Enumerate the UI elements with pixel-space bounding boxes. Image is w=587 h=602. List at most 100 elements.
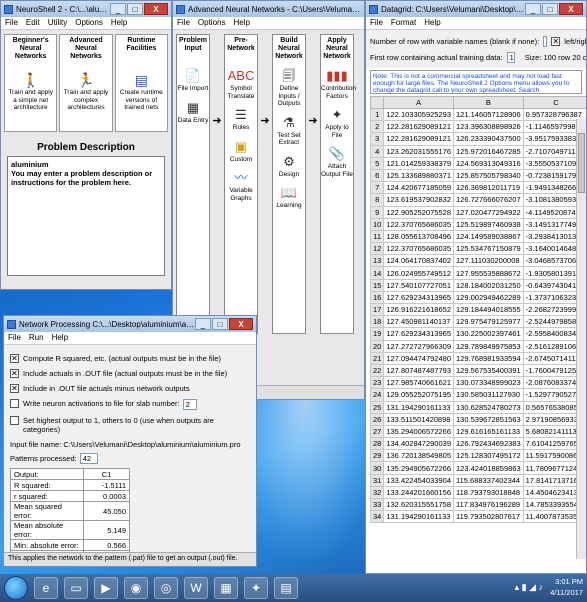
row-number[interactable]: 8 bbox=[369, 193, 385, 207]
table-cell[interactable]: 125.133689880371 bbox=[383, 168, 454, 183]
table-cell[interactable]: 131.194290161133 bbox=[383, 400, 454, 414]
learning-label[interactable]: Learning bbox=[273, 202, 305, 210]
module-runtime[interactable]: Runtime Facilities ▤ Create runtime vers… bbox=[114, 34, 168, 132]
row-number[interactable]: 13 bbox=[369, 254, 385, 268]
table-cell[interactable]: 125.128307495172 bbox=[453, 449, 524, 463]
column-header[interactable]: C bbox=[522, 96, 586, 109]
row-number[interactable]: 30 bbox=[369, 461, 385, 475]
highest-output-option[interactable]: Set highest output to 1, others to 0 (us… bbox=[10, 416, 250, 434]
maximize-button[interactable]: □ bbox=[212, 318, 228, 330]
neuroshell-task-icon[interactable]: ✦ bbox=[244, 577, 268, 599]
row-number[interactable]: 21 bbox=[369, 351, 385, 365]
menu-options[interactable]: Options bbox=[198, 18, 226, 28]
learning-icon[interactable]: 📖 bbox=[273, 184, 305, 202]
file-explorer-icon[interactable]: ▭ bbox=[64, 577, 88, 599]
apply-file-icon[interactable]: ✦ bbox=[321, 106, 353, 124]
menu-file[interactable]: File bbox=[8, 333, 21, 343]
row-number[interactable]: 32 bbox=[369, 485, 385, 500]
menu-format[interactable]: Format bbox=[391, 18, 416, 28]
menu-file[interactable]: File bbox=[370, 18, 383, 28]
table-cell[interactable]: 135.294006572266 bbox=[383, 424, 454, 439]
column-header[interactable]: A bbox=[383, 96, 454, 109]
table-cell[interactable]: 126.369812011719 bbox=[453, 181, 524, 195]
table-cell[interactable]: 134.402847290039 bbox=[383, 437, 454, 451]
attach-output-label[interactable]: Attach Output File bbox=[321, 163, 353, 178]
file-import-icon[interactable]: 📄 bbox=[177, 67, 209, 85]
table-cell[interactable]: 125.519897460938 bbox=[453, 217, 524, 231]
file-import-label[interactable]: File Import bbox=[177, 85, 209, 93]
rules-icon[interactable]: ☰ bbox=[225, 106, 257, 124]
table-cell[interactable]: 121.146057128906 bbox=[453, 107, 524, 122]
table-cell[interactable]: 129.768981933594 bbox=[453, 351, 524, 365]
row-number[interactable]: 20 bbox=[369, 339, 385, 353]
first-row-input[interactable]: 1 bbox=[506, 51, 515, 63]
table-cell[interactable]: 127.955535888672 bbox=[453, 266, 524, 280]
row-number[interactable]: 10 bbox=[369, 217, 385, 231]
checkbox[interactable] bbox=[10, 416, 19, 425]
rules-label[interactable]: Rules bbox=[225, 124, 257, 132]
table-cell[interactable]: 127.629234313965 bbox=[383, 290, 454, 305]
close-button[interactable]: X bbox=[229, 318, 253, 330]
row-number[interactable]: 4 bbox=[369, 144, 385, 158]
row-number[interactable]: 14 bbox=[369, 266, 385, 280]
row-number[interactable]: 29 bbox=[369, 449, 385, 463]
table-cell[interactable]: 123.262031555176 bbox=[383, 144, 454, 158]
minimize-button[interactable]: _ bbox=[195, 318, 211, 330]
table-cell[interactable]: 127.020477294922 bbox=[453, 205, 524, 219]
row-number[interactable]: 28 bbox=[369, 437, 385, 451]
test-set-label[interactable]: Test Set Extract bbox=[273, 132, 305, 147]
table-cell[interactable]: 122.370765686035 bbox=[383, 242, 454, 256]
problem-description-input[interactable]: aluminium You may enter a problem descri… bbox=[7, 156, 165, 276]
table-cell[interactable]: 126.727666076207 bbox=[453, 193, 524, 207]
table-cell[interactable]: 127.272727966309 bbox=[383, 339, 454, 353]
system-tray-icons[interactable]: ▴ ▮ ◢ ♪ bbox=[515, 582, 543, 593]
row-number[interactable]: 16 bbox=[369, 290, 385, 305]
column-header[interactable]: B bbox=[453, 96, 524, 109]
table-cell[interactable]: 128.055613708496 bbox=[383, 229, 454, 244]
datagrid-titlebar[interactable]: Datagrid: C:\Users\Velumani\Desktop\alum… bbox=[366, 1, 586, 17]
contribution-label[interactable]: Contribution Factors bbox=[321, 85, 356, 100]
row-number[interactable]: 25 bbox=[369, 400, 385, 414]
checkbox[interactable]: ✕ bbox=[10, 369, 19, 378]
ann-titlebar[interactable]: Advanced Neural Networks - C:\Users\Velu… bbox=[173, 1, 364, 17]
table-cell[interactable]: 124.064170837402 bbox=[383, 254, 454, 268]
design-icon[interactable]: ⚙ bbox=[273, 153, 305, 171]
vertical-scrollbar[interactable] bbox=[576, 119, 586, 559]
contribution-icon[interactable]: ▮▮▮ bbox=[321, 67, 353, 85]
table-cell[interactable]: 125.534767150879 bbox=[453, 242, 524, 256]
maximize-button[interactable]: □ bbox=[127, 3, 143, 15]
table-cell[interactable]: 123.396308898926 bbox=[453, 120, 524, 134]
row-number[interactable]: 23 bbox=[369, 376, 385, 390]
checkbox[interactable]: ✕ bbox=[10, 354, 19, 363]
close-button[interactable]: X bbox=[559, 3, 583, 15]
table-cell[interactable]: 130.073348999023 bbox=[453, 376, 524, 390]
table-cell[interactable]: 130.585031127930 bbox=[453, 388, 524, 402]
scrollbar-thumb[interactable] bbox=[578, 133, 585, 193]
menu-help[interactable]: Help bbox=[52, 333, 68, 343]
table-cell[interactable]: 122.370765686035 bbox=[383, 217, 454, 231]
internet-explorer-icon[interactable]: e bbox=[34, 577, 58, 599]
row-number[interactable]: 2 bbox=[369, 120, 385, 134]
variable-graphs-icon[interactable]: 〰 bbox=[225, 169, 257, 187]
clock[interactable]: 3:01 PM 4/11/2017 bbox=[550, 576, 583, 598]
table-cell[interactable]: 127.111030200008 bbox=[453, 254, 524, 268]
row-number[interactable]: 3 bbox=[369, 132, 385, 146]
table-cell[interactable]: 125.857505798340 bbox=[453, 168, 524, 183]
arrow-keys-checkbox[interactable]: ✕ bbox=[551, 36, 561, 46]
include-actuals-option[interactable]: ✕ Include actuals in .OUT file (actual o… bbox=[10, 369, 250, 378]
row-number[interactable]: 18 bbox=[369, 315, 385, 329]
table-cell[interactable]: 129.002949462289 bbox=[453, 290, 524, 305]
table-cell[interactable]: 130.539672851563 bbox=[453, 412, 524, 426]
minimize-button[interactable]: _ bbox=[525, 3, 541, 15]
table-cell[interactable]: 136.720138549805 bbox=[383, 449, 454, 463]
module-advanced[interactable]: Advanced Neural Networks 🏃 Train and app… bbox=[59, 34, 113, 132]
module-beginners[interactable]: Beginner's Neural Networks 🚶 Train and a… bbox=[4, 34, 58, 132]
compute-r-squared-option[interactable]: ✕ Compute R squared, etc. (actual output… bbox=[10, 354, 250, 363]
menu-file[interactable]: File bbox=[5, 18, 18, 28]
table-cell[interactable]: 128.184002031250 bbox=[453, 278, 524, 292]
row-number[interactable]: 17 bbox=[369, 302, 385, 317]
table-cell[interactable]: 127.094474792480 bbox=[383, 351, 454, 365]
table-cell[interactable]: 133.422454033904 bbox=[383, 473, 454, 487]
define-io-label[interactable]: Define Inputs / Outputs bbox=[273, 85, 305, 108]
table-cell[interactable]: 126.916221618652 bbox=[383, 302, 454, 317]
